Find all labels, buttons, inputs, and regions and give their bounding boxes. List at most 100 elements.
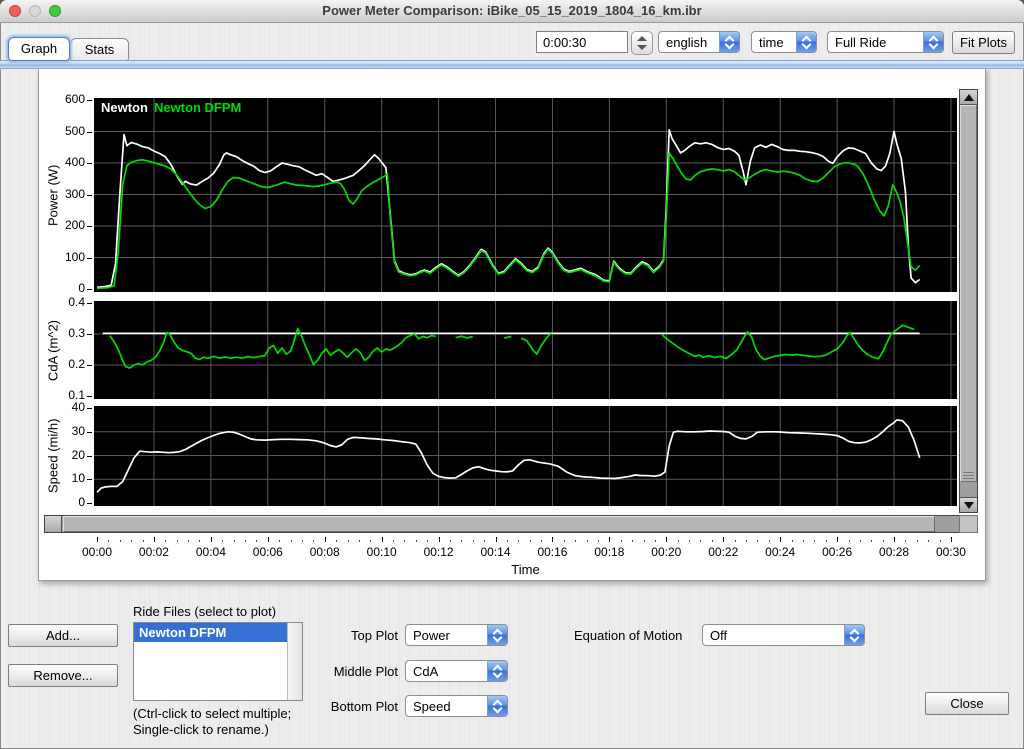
scroll-up-button[interactable]	[960, 90, 977, 105]
x-minor-tick	[279, 540, 281, 542]
equation-of-motion-dropdown[interactable]: Off	[702, 624, 865, 646]
x-minor-tick	[802, 540, 804, 542]
x-tick-label: 00:18	[594, 545, 625, 559]
plot-legend: Newton Newton DFPM	[101, 100, 247, 115]
x-minor-tick	[245, 540, 247, 542]
y-tick-mark	[87, 163, 92, 164]
x-tick-mark	[381, 537, 383, 542]
units-value: english	[666, 34, 708, 50]
chevron-updown-icon	[844, 625, 864, 645]
x-tick-mark	[723, 537, 725, 542]
x-minor-tick	[518, 540, 520, 542]
x-tick-label: 00:02	[138, 545, 169, 559]
y-tick-mark	[87, 408, 92, 409]
chevron-updown-icon	[796, 32, 816, 52]
y-tick-label: 400	[64, 155, 85, 169]
y-tick-label: 20	[71, 447, 85, 462]
remove-button[interactable]: Remove...	[8, 664, 118, 687]
stepper-down-icon	[637, 45, 647, 50]
x-minor-tick	[427, 540, 429, 542]
y-tick-label: 10	[71, 471, 85, 486]
middle-plot-dropdown[interactable]: CdA	[405, 660, 508, 682]
y-tick-mark	[87, 396, 92, 397]
y-tick-mark	[87, 334, 92, 335]
ride-files-list[interactable]: Newton DFPM	[133, 622, 303, 701]
y-tick-label: 0.4	[68, 295, 85, 309]
chevron-updown-icon	[719, 32, 739, 52]
x-tick-label: 00:04	[195, 545, 226, 559]
x-minor-tick	[848, 540, 850, 542]
x-minor-tick	[506, 540, 508, 542]
x-minor-tick	[256, 540, 258, 542]
plot-horizontal-scrollbar[interactable]	[44, 515, 978, 533]
cda-plot[interactable]	[94, 301, 957, 399]
x-minor-tick	[108, 540, 110, 542]
y-tick-mark	[87, 431, 92, 433]
top-plot-dropdown[interactable]: Power	[405, 624, 508, 646]
x-minor-tick	[825, 540, 827, 542]
top-plot-value: Power	[413, 627, 450, 643]
plot-vertical-scrollbar[interactable]	[959, 89, 978, 513]
x-minor-tick	[313, 540, 315, 542]
y-tick-label: 200	[64, 218, 85, 232]
interval-input[interactable]	[536, 31, 628, 53]
x-minor-tick	[814, 540, 816, 542]
chevron-updown-icon	[487, 696, 507, 716]
x-minor-tick	[734, 540, 736, 542]
x-minor-tick	[370, 540, 372, 542]
y-tick-mark	[87, 303, 92, 304]
speed-plot[interactable]	[94, 406, 957, 506]
x-minor-tick	[233, 540, 235, 542]
list-item[interactable]: Newton DFPM	[134, 623, 288, 642]
x-minor-tick	[541, 540, 543, 542]
x-tick-label: 00:00	[81, 545, 113, 559]
x-minor-tick	[677, 540, 679, 542]
x-minor-tick	[119, 540, 121, 542]
x-axis-mode-value: time	[759, 34, 784, 50]
ride-files-label: Ride Files (select to plot)	[133, 604, 277, 619]
y-tick-mark	[87, 194, 92, 196]
x-minor-tick	[404, 540, 406, 542]
x-axis-mode-dropdown[interactable]: time	[751, 31, 817, 53]
power-plot[interactable]	[94, 98, 957, 292]
bottom-plot-value: Speed	[413, 698, 451, 714]
tab-graph[interactable]: Graph	[8, 37, 70, 61]
x-tick-label: 00:20	[651, 545, 682, 559]
x-tick-label: 00:12	[423, 545, 454, 559]
scroll-down-button[interactable]	[960, 497, 977, 512]
y-tick-label: 0	[78, 281, 85, 295]
units-dropdown[interactable]: english	[658, 31, 740, 53]
graph-panel: Newton Newton DFPM Power (W) CdA (m^2) Sp…	[38, 67, 986, 581]
y-axis-title-cda: CdA (m^2)	[45, 319, 61, 381]
range-dropdown[interactable]: Full Ride	[827, 31, 944, 53]
y-tick-mark	[87, 455, 92, 457]
x-tick-mark	[780, 537, 782, 542]
x-tick-mark	[210, 537, 212, 542]
y-tick-mark	[87, 131, 92, 133]
x-tick-label: 00:14	[480, 545, 511, 559]
equation-of-motion-label: Equation of Motion	[574, 628, 683, 643]
vertical-scroll-thumb[interactable]	[960, 105, 977, 482]
horizontal-scroll-thumb[interactable]	[63, 516, 935, 532]
x-minor-tick	[358, 540, 360, 542]
x-minor-tick	[461, 540, 463, 542]
bottom-plot-dropdown[interactable]: Speed	[405, 695, 508, 717]
horizontal-scroll-cap[interactable]	[45, 516, 62, 532]
stepper-up-icon	[637, 36, 647, 41]
x-minor-tick	[757, 540, 759, 542]
close-button[interactable]: Close	[925, 692, 1009, 715]
add-button[interactable]: Add...	[8, 624, 118, 647]
arrow-up-icon	[963, 94, 974, 101]
x-tick-mark	[153, 537, 155, 542]
y-tick-label: 40	[71, 400, 85, 414]
y-tick-label: 0.3	[68, 326, 85, 340]
fit-plots-button[interactable]: Fit Plots	[952, 31, 1015, 54]
equation-of-motion-value: Off	[710, 627, 728, 643]
x-minor-tick	[654, 540, 656, 542]
x-tick-label: 00:10	[366, 545, 397, 559]
interval-stepper[interactable]	[631, 31, 653, 55]
y-tick-mark	[87, 365, 92, 366]
x-tick-mark	[609, 537, 611, 542]
tab-stats[interactable]: Stats	[70, 38, 129, 62]
tab-pane-edge	[0, 60, 1024, 69]
